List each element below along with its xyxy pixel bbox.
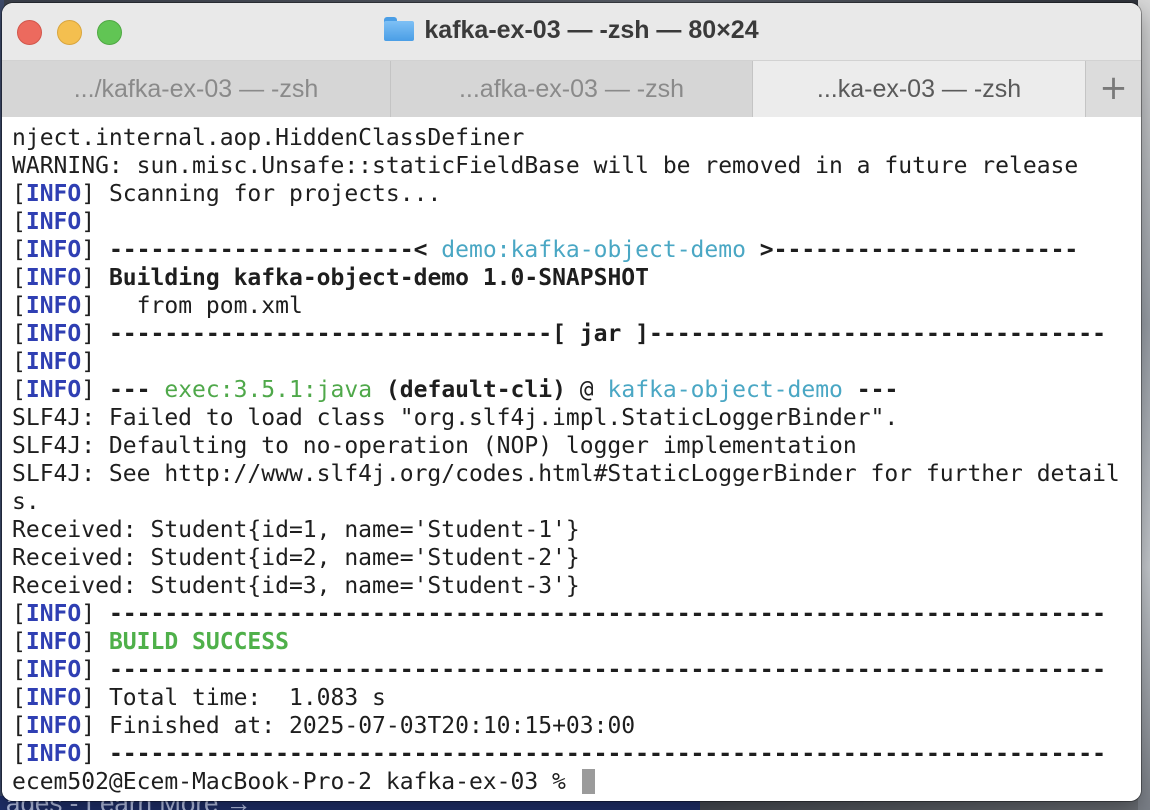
tab-bar: .../kafka-ex-03 — -zsh ...afka-ex-03 — -… (2, 61, 1141, 118)
info-tag: INFO (25, 657, 82, 683)
output-line: [INFO] ----------------------< demo:kafk… (12, 237, 1079, 263)
folder-icon (384, 17, 415, 41)
output-line: [INFO] Total time: 1.083 s (12, 685, 386, 711)
new-tab-button[interactable]: + (1086, 61, 1141, 117)
output-line: [INFO] from pom.xml (12, 293, 303, 319)
output-line: SLF4J: See http://www.slf4j.org/codes.ht… (12, 461, 1120, 487)
info-tag: INFO (25, 741, 82, 767)
output-line: [INFO] --------------------------------[… (12, 321, 1106, 347)
info-tag: INFO (25, 209, 82, 235)
output-line: [INFO] Finished at: 2025-07-03T20:10:15+… (12, 713, 636, 739)
output-line: [INFO] ---------------------------------… (12, 741, 1106, 767)
output-line: nject.internal.aop.HiddenClassDefiner (12, 125, 525, 151)
output-line: Received: Student{id=2, name='Student-2'… (12, 545, 580, 571)
tab-2[interactable]: ...afka-ex-03 — -zsh (391, 61, 753, 117)
output-line: WARNING: sun.misc.Unsafe::staticFieldBas… (12, 153, 1079, 179)
info-tag: INFO (25, 265, 82, 291)
output-line: s. (12, 489, 40, 515)
info-tag: INFO (25, 321, 82, 347)
build-success: BUILD SUCCESS (95, 629, 289, 655)
output-line: [INFO] (12, 209, 96, 235)
output-line: [INFO] ---------------------------------… (12, 657, 1106, 683)
info-tag: INFO (25, 181, 82, 207)
info-tag: INFO (25, 237, 82, 263)
output-line: SLF4J: Defaulting to no-operation (NOP) … (12, 433, 857, 459)
window-title: kafka-ex-03 — -zsh — 80×24 (2, 16, 1141, 45)
title-bar[interactable]: kafka-ex-03 — -zsh — 80×24 (2, 3, 1141, 61)
tab-1[interactable]: .../kafka-ex-03 — -zsh (2, 61, 391, 117)
text-cursor (581, 769, 595, 794)
terminal-window: kafka-ex-03 — -zsh — 80×24 .../kafka-ex-… (2, 3, 1141, 801)
shell-prompt: ecem502@Ecem-MacBook-Pro-2 kafka-ex-03 % (12, 769, 580, 795)
info-tag: INFO (25, 377, 82, 403)
info-tag: INFO (25, 713, 82, 739)
output-line: Received: Student{id=1, name='Student-1'… (12, 517, 580, 543)
output-line: [INFO] Scanning for projects... (12, 181, 442, 207)
output-line: [INFO] BUILD SUCCESS (12, 629, 289, 655)
output-line: [INFO] Building kafka-object-demo 1.0-SN… (12, 265, 649, 291)
info-tag: INFO (25, 601, 82, 627)
info-tag: INFO (25, 293, 82, 319)
info-tag: INFO (25, 685, 82, 711)
terminal-output[interactable]: nject.internal.aop.HiddenClassDefiner WA… (2, 117, 1141, 801)
output-line: [INFO] --- exec:3.5.1:java (default-cli)… (12, 377, 899, 403)
window-title-text: kafka-ex-03 — -zsh — 80×24 (424, 16, 759, 44)
output-line: SLF4J: Failed to load class "org.slf4j.i… (12, 405, 899, 431)
info-tag: INFO (25, 629, 82, 655)
output-line: [INFO] ---------------------------------… (12, 601, 1106, 627)
info-tag: INFO (25, 349, 82, 375)
output-line: Received: Student{id=3, name='Student-3'… (12, 573, 580, 599)
tab-3-active[interactable]: ...ka-ex-03 — -zsh (753, 61, 1086, 117)
prompt-line[interactable]: ecem502@Ecem-MacBook-Pro-2 kafka-ex-03 % (12, 768, 1141, 796)
output-line: [INFO] (12, 349, 96, 375)
